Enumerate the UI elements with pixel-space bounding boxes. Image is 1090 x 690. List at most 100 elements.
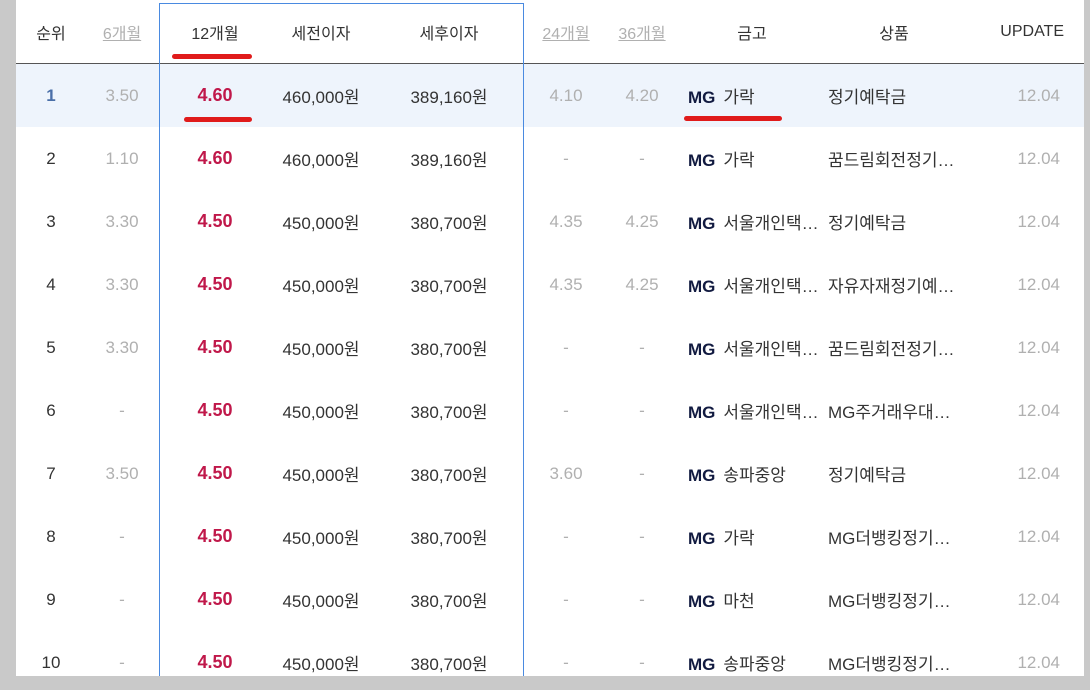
mg-logo-text: MG [688,88,716,107]
table-row[interactable]: 7 3.50 4.50 450,000원 380,700원 3.60 - MG 송파중앙 정기예탁… [16,442,1084,505]
rate-6month-cell: 3.30 [105,274,139,294]
table-row[interactable]: 6 - 4.50 450,000원 380,700원 - - MG 서울개인택… MG주거래우대정… [16,379,1084,442]
rate-12month-cell: 4.50 [197,211,233,231]
update-date-cell: 12.04 [1017,589,1060,609]
bank-name[interactable]: 송파중앙 [723,650,786,675]
table-row[interactable]: 4 3.30 4.50 450,000원 380,700원 4.35 4.25 MG 서울개인택… [16,253,1084,316]
mg-logo-text: MG [688,466,716,485]
bank-cell[interactable]: MG 마천 [680,568,824,631]
header-rank: 순위 [16,0,86,64]
rank-cell: 1 [16,63,86,127]
update-date-cell: 12.04 [964,63,1084,127]
pretax-interest-cell: 450,000원 [282,529,360,548]
header-6month-sort-link[interactable]: 6개월 [86,0,158,64]
rate-24month-cell: - [563,652,569,672]
bank-cell[interactable]: MG 송파중앙 [680,442,824,505]
product-cell[interactable]: 정기예탁금 [824,63,964,127]
table-row[interactable]: 5 3.30 4.50 450,000원 380,700원 - - MG 서울개인택… 꿈드림회전… [16,316,1084,379]
rate-24month-cell: - [563,400,569,420]
product-cell[interactable]: 꿈드림회전정기… [824,316,964,379]
product-cell[interactable]: 정기예탁금 [824,442,964,505]
bank-cell[interactable]: MG 가락 [680,127,824,190]
update-date-cell: 12.04 [1017,652,1060,672]
header-posttax-interest: 세후이자 [370,0,528,64]
header-12month-underline-mark [172,54,252,59]
header-bank: 금고 [680,0,824,64]
rank-cell: 3 [46,211,56,231]
product-cell[interactable]: MG더뱅킹정기예금 [824,631,964,676]
bank-name[interactable]: 마천 [723,587,754,612]
deposit-rate-table: 순위 6개월 12개월 세전이자 세후이자 24개월 36개월 금고 상품 UP… [16,0,1084,676]
row1-bank-underline-mark [684,116,782,121]
bank-name[interactable]: 서울개인택… [723,209,818,234]
rate-6month-cell: 3.30 [105,211,139,231]
pretax-interest-cell: 450,000원 [282,403,360,422]
bank-cell[interactable]: MG 서울개인택… [680,190,824,253]
update-date-cell: 12.04 [1017,400,1060,420]
mg-logo-text: MG [688,529,716,548]
product-cell[interactable]: 꿈드림회전정기… [824,127,964,190]
product-cell[interactable]: 정기예탁금 [824,190,964,253]
bank-name[interactable]: 서울개인택… [723,335,818,360]
bank-name[interactable]: 가락 [723,524,754,549]
rate-24month-cell: - [563,337,569,357]
rate-36month-cell: 4.25 [625,274,659,294]
rate-12month-cell: 4.50 [197,463,233,483]
header-pretax-interest: 세전이자 [272,0,370,64]
bank-cell[interactable]: MG 가락 [680,505,824,568]
table-row[interactable]: 1 3.50 4.60 460,000원 389,160원 4.10 4.20 MG 가락 정기예… [16,63,1084,127]
table-row[interactable]: 8 - 4.50 450,000원 380,700원 - - MG 가락 MG더뱅킹정기예금 12.… [16,505,1084,568]
table-row[interactable]: 10 - 4.50 450,000원 380,700원 - - MG 송파중앙 MG더뱅킹정기예금… [16,631,1084,676]
product-cell[interactable]: MG더뱅킹정기예금 [824,505,964,568]
rate-36month-cell: 4.25 [625,211,659,231]
rate-24month-cell: 3.60 [549,463,583,483]
rate-6month-cell: 1.10 [105,148,139,168]
table-row[interactable]: 2 1.10 4.60 460,000원 389,160원 - - MG 가락 꿈드림회전정기… 1… [16,127,1084,190]
rate-12month-cell: 4.50 [197,337,233,357]
posttax-interest-cell: 380,700원 [410,466,488,485]
bank-cell[interactable]: MG 서울개인택… [680,253,824,316]
rate-24month-cell: - [563,589,569,609]
bank-cell[interactable]: MG 서울개인택… [680,316,824,379]
update-date-cell: 12.04 [1017,526,1060,546]
update-date-cell: 12.04 [1017,274,1060,294]
table-row[interactable]: 9 - 4.50 450,000원 380,700원 - - MG 마천 MG더뱅킹정기예금 12.… [16,568,1084,631]
pretax-interest-cell: 450,000원 [282,466,360,485]
bank-name[interactable]: 가락 [723,83,754,108]
rate-24month-cell: - [563,526,569,546]
update-date-cell: 12.04 [1017,211,1060,231]
posttax-interest-cell: 380,700원 [410,655,488,674]
rate-24month-cell: - [563,148,569,168]
mg-logo-text: MG [688,214,716,233]
product-cell[interactable]: MG주거래우대정… [824,379,964,442]
rate-12month-cell: 4.50 [197,400,233,420]
bank-cell[interactable]: MG 서울개인택… [680,379,824,442]
rate-36month-cell: - [639,148,645,168]
product-cell[interactable]: 자유자재정기예… [824,253,964,316]
rate-36month-cell: - [639,337,645,357]
rate-6month-cell: - [119,526,125,546]
bank-name[interactable]: 서울개인택… [723,398,818,423]
mg-logo-text: MG [688,403,716,422]
rank-cell: 7 [46,463,56,483]
bank-cell[interactable]: MG 송파중앙 [680,631,824,676]
header-24month-sort-link[interactable]: 24개월 [528,0,604,64]
bank-name[interactable]: 서울개인택… [723,272,818,297]
table-row[interactable]: 3 3.30 4.50 450,000원 380,700원 4.35 4.25 MG 서울개인택… [16,190,1084,253]
rate-6month-cell: - [119,589,125,609]
header-update: UPDATE [964,0,1084,64]
pretax-interest-cell: 450,000원 [282,655,360,674]
rate-24month-cell: 4.35 [549,274,583,294]
update-date-cell: 12.04 [1017,463,1060,483]
rate-36month-cell: 4.20 [604,63,680,127]
header-36month-sort-link[interactable]: 36개월 [604,0,680,64]
pretax-interest-cell: 460,000원 [272,63,370,127]
product-cell[interactable]: MG더뱅킹정기예금 [824,568,964,631]
rate-6month-cell: 3.50 [105,463,139,483]
posttax-interest-cell: 380,700원 [410,214,488,233]
posttax-interest-cell: 389,160원 [370,63,528,127]
rate-24month-cell: 4.35 [549,211,583,231]
update-date-cell: 12.04 [1017,337,1060,357]
bank-name[interactable]: 송파중앙 [723,461,786,486]
bank-name[interactable]: 가락 [723,146,754,171]
